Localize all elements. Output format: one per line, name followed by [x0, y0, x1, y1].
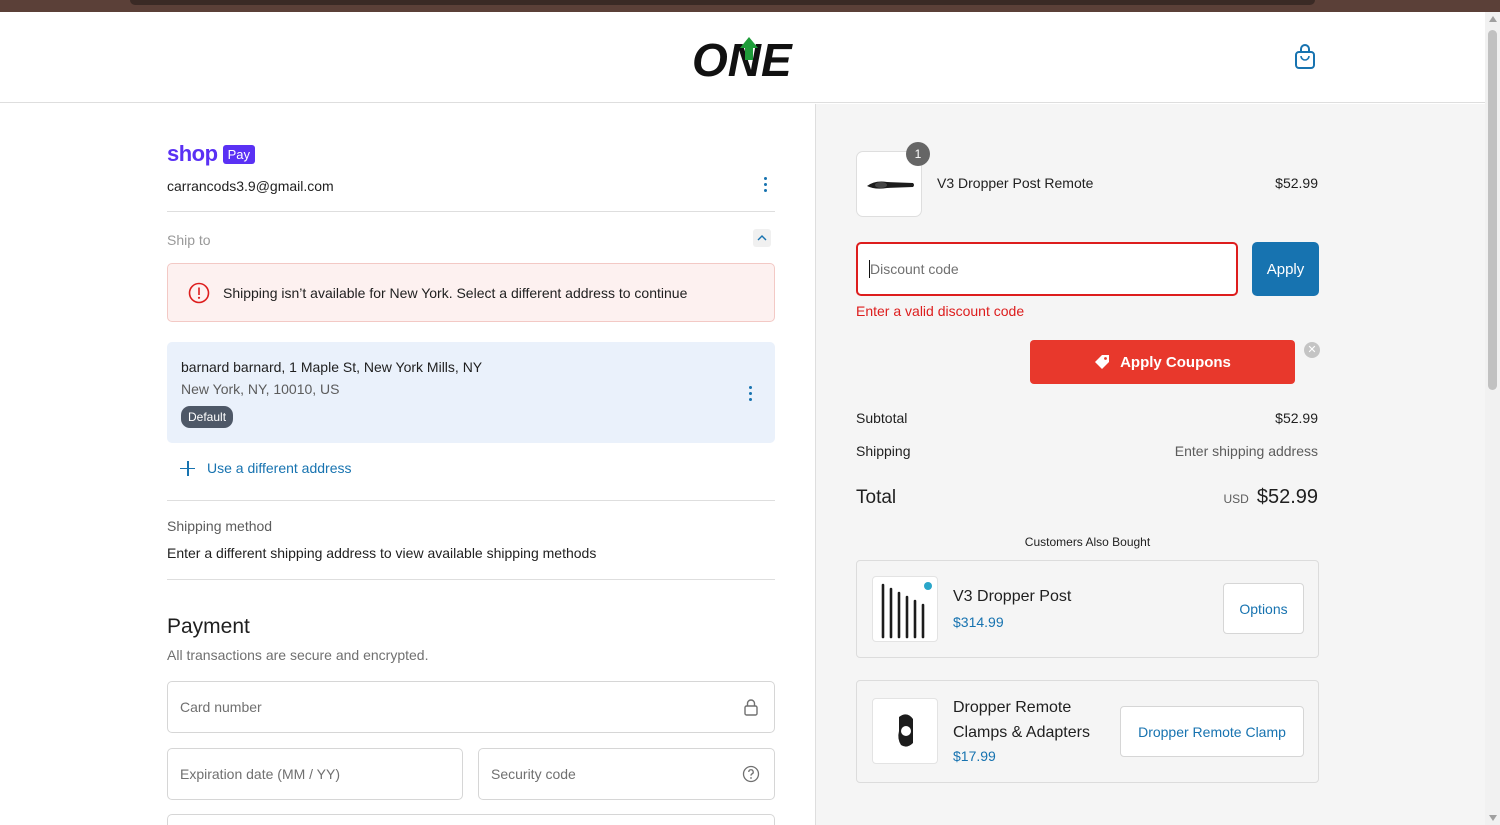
apply-discount-button[interactable]: Apply [1252, 242, 1319, 296]
close-icon[interactable]: ✕ [1304, 342, 1320, 358]
payment-title: Payment [167, 615, 250, 638]
payment-subtitle: All transactions are secure and encrypte… [167, 647, 429, 663]
browser-address-bar [130, 0, 1315, 5]
default-badge: Default [181, 406, 234, 428]
use-different-address-label: Use a different address [207, 460, 352, 476]
shipping-value: Enter shipping address [1174, 443, 1318, 459]
security-code-placeholder: Security code [491, 766, 576, 782]
use-different-address-link[interactable]: Use a different address [180, 460, 352, 476]
order-summary: 1 V3 Dropper Post Remote $52.99 Discount… [815, 104, 1485, 825]
address-line-1: barnard barnard, 1 Maple St, New York Mi… [181, 359, 483, 375]
divider [167, 500, 775, 501]
options-button[interactable]: Options [1223, 583, 1304, 634]
currency-code: USD [1223, 492, 1249, 506]
name-on-card-field[interactable] [167, 814, 775, 825]
total-value: $52.99 [1256, 486, 1318, 508]
total-label: Total [856, 487, 897, 508]
chevron-up-icon[interactable] [753, 229, 771, 247]
discount-code-input[interactable]: Discount code [856, 242, 1238, 296]
upsell-product-name: Dropper Remote Clamps & Adapters [953, 695, 1090, 745]
plus-icon [180, 460, 195, 476]
upsell-card: Dropper Remote Clamps & Adapters $17.99 … [856, 680, 1319, 783]
browser-top-strip [0, 0, 1500, 12]
card-number-field[interactable]: Card number [167, 681, 775, 733]
divider [167, 579, 775, 580]
shipping-error-banner: Shipping isn’t available for New York. S… [167, 263, 775, 322]
discount-code-placeholder: Discount code [870, 261, 959, 277]
dropper-post-image [872, 576, 938, 642]
ship-to-label: Ship to [167, 232, 211, 248]
one-up-logo-icon[interactable]: ONE [692, 34, 794, 82]
apply-coupons-button[interactable]: Apply Coupons [1030, 340, 1295, 384]
card-number-placeholder: Card number [180, 699, 262, 715]
help-icon[interactable] [742, 765, 760, 783]
divider [167, 211, 775, 212]
discount-error-text: Enter a valid discount code [856, 303, 1025, 319]
shop-pay-badge: Pay [222, 144, 255, 164]
total-amount: USD $52.99 [1223, 486, 1318, 509]
shopping-bag-icon[interactable] [1294, 44, 1316, 70]
upsell-product-price: $17.99 [953, 748, 996, 764]
upsell-product-name: V3 Dropper Post [953, 588, 1072, 605]
error-icon [188, 282, 210, 304]
security-code-field[interactable]: Security code [478, 748, 775, 800]
shipping-method-label: Shipping method [167, 518, 273, 534]
checkout-main: shop Pay carrancods3.9@gmail.com Ship to… [0, 104, 815, 825]
dropper-remote-clamp-button[interactable]: Dropper Remote Clamp [1120, 706, 1304, 757]
quantity-badge: 1 [906, 142, 930, 166]
apply-coupons-label: Apply Coupons [1120, 353, 1231, 371]
expiration-placeholder: Expiration date (MM / YY) [180, 766, 341, 782]
product-name: V3 Dropper Post Remote [937, 175, 1094, 191]
address-menu-icon[interactable] [749, 386, 753, 401]
scrollbar-thumb[interactable] [1488, 30, 1497, 390]
shipping-label: Shipping [856, 443, 911, 459]
tag-icon [1095, 355, 1110, 369]
upsell-product-price: $314.99 [953, 614, 1004, 630]
page-scrollbar[interactable] [1485, 12, 1500, 825]
saved-address-card[interactable]: barnard barnard, 1 Maple St, New York Mi… [167, 342, 775, 443]
scroll-down-icon[interactable] [1489, 815, 1497, 821]
shop-pay-shop-text: shop [167, 141, 218, 166]
shop-pay-logo: shop Pay [167, 141, 255, 167]
account-menu-icon[interactable] [764, 177, 768, 192]
upsell-card: V3 Dropper Post $314.99 Options [856, 560, 1319, 658]
upsell-title: Customers Also Bought [1024, 535, 1151, 549]
address-line-2: New York, NY, 10010, US [181, 381, 340, 397]
upsell-product-name-line1: Dropper Remote [953, 699, 1072, 716]
svg-text:ONE: ONE [692, 34, 793, 82]
shipping-error-text: Shipping isn’t available for New York. S… [223, 285, 688, 301]
product-price: $52.99 [1275, 175, 1318, 191]
text-cursor [869, 260, 870, 278]
remote-clamp-image [872, 698, 938, 764]
expiration-date-field[interactable]: Expiration date (MM / YY) [167, 748, 463, 800]
shipping-method-message: Enter a different shipping address to vi… [167, 545, 597, 561]
store-header: ONE [0, 12, 1485, 103]
account-email: carrancods3.9@gmail.com [167, 178, 334, 194]
scroll-up-icon[interactable] [1489, 16, 1497, 22]
lock-icon [744, 699, 758, 716]
subtotal-value: $52.99 [1275, 410, 1318, 426]
upsell-product-name-line2: Clamps & Adapters [953, 724, 1090, 741]
subtotal-label: Subtotal [856, 410, 908, 426]
